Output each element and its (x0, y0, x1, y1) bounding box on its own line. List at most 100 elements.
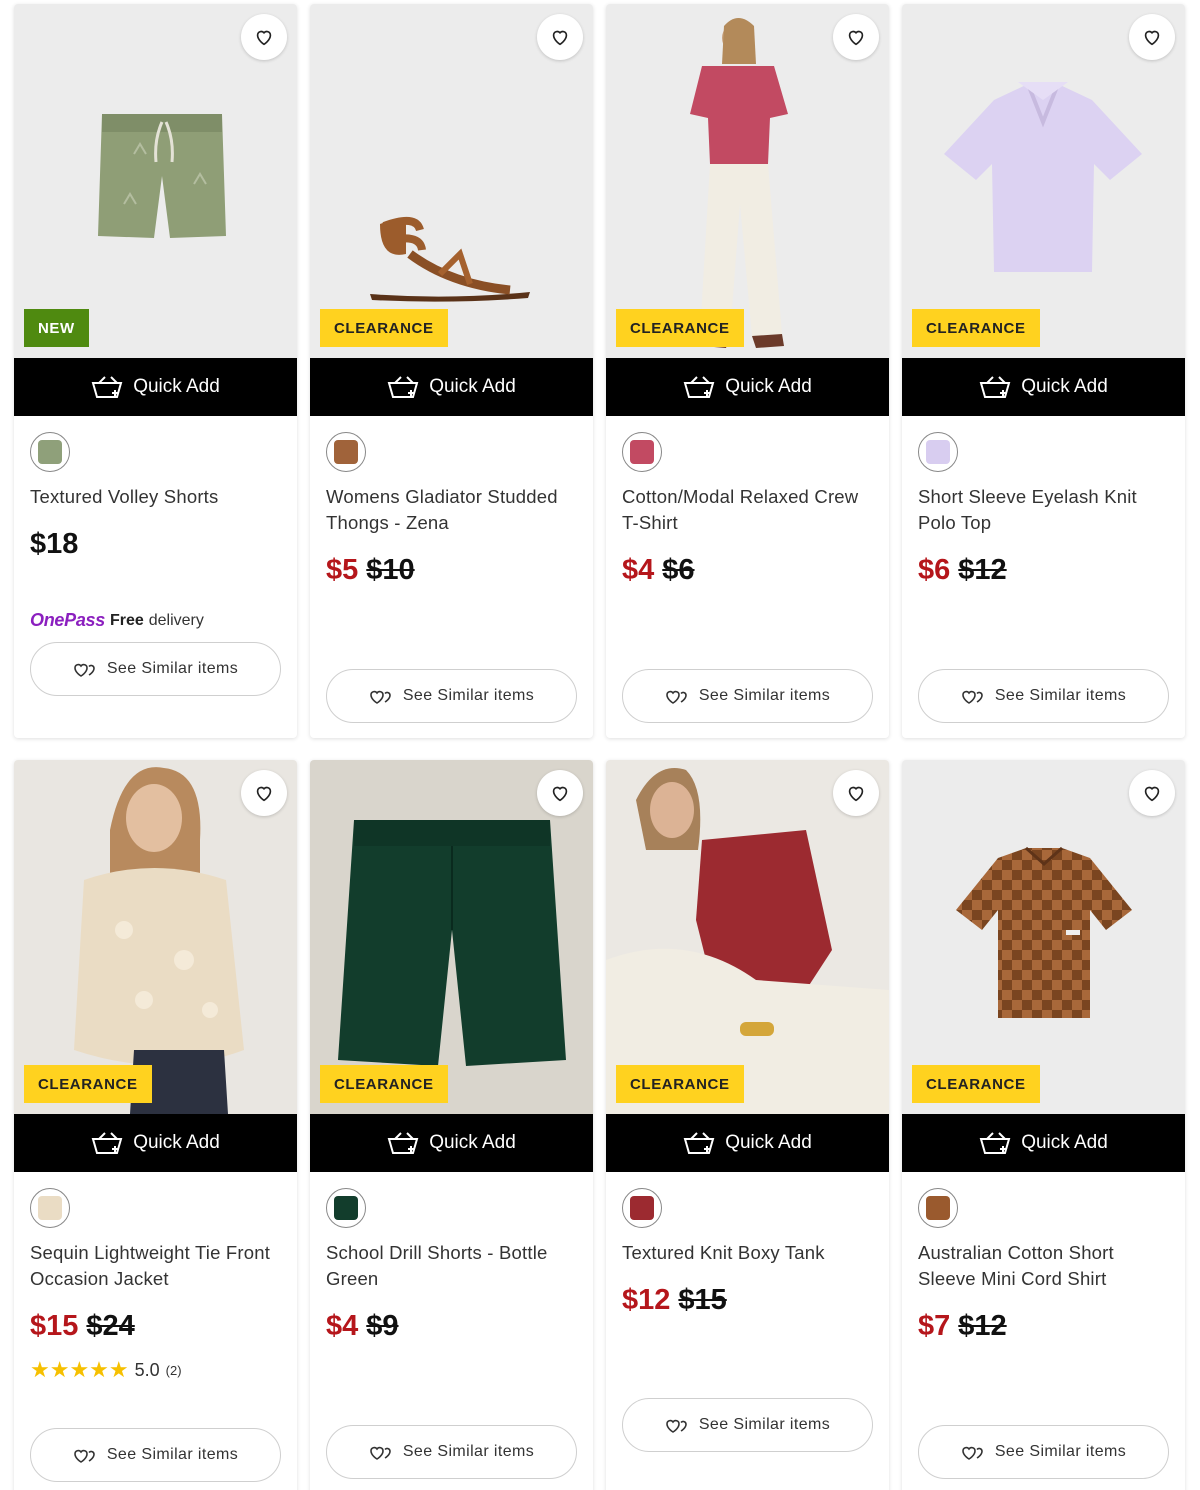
product-image[interactable]: CLEARANCE (606, 4, 889, 358)
product-price: $15 $24 (30, 1308, 135, 1344)
new-badge: NEW (24, 309, 89, 347)
color-swatch[interactable] (622, 432, 662, 472)
sale-price: $6 (918, 554, 951, 586)
quick-add-button[interactable]: Quick Add (606, 358, 889, 416)
product-image[interactable]: CLEARANCE (14, 760, 297, 1114)
sale-price: $4 (326, 1310, 359, 1342)
color-swatch[interactable] (918, 432, 958, 472)
product-price: $18 (30, 526, 78, 562)
product-title[interactable]: Textured Volley Shorts (30, 484, 285, 510)
basket-plus-icon (387, 376, 419, 398)
quick-add-button[interactable]: Quick Add (902, 358, 1185, 416)
basket-plus-icon (387, 1132, 419, 1154)
wishlist-button[interactable] (537, 14, 583, 60)
clearance-badge: CLEARANCE (320, 1065, 448, 1103)
product-card[interactable]: CLEARANCE Quick Add School Drill Shorts … (310, 760, 593, 1490)
product-image[interactable]: CLEARANCE (902, 4, 1185, 358)
quick-add-button[interactable]: Quick Add (310, 1114, 593, 1172)
quick-add-button[interactable]: Quick Add (14, 358, 297, 416)
see-similar-button[interactable]: See Similar items (622, 669, 873, 723)
clearance-badge: CLEARANCE (24, 1065, 152, 1103)
hearts-icon (962, 690, 983, 704)
quick-add-button[interactable]: Quick Add (606, 1114, 889, 1172)
product-card[interactable]: NEW Quick Add Textured Volley Shorts $18… (14, 4, 297, 738)
color-swatch[interactable] (30, 1188, 70, 1228)
product-card[interactable]: CLEARANCE Quick Add Short Sleeve Eyelash… (902, 4, 1185, 738)
product-image[interactable]: CLEARANCE (310, 4, 593, 358)
hearts-icon (370, 1446, 391, 1460)
heart-outline-icon (848, 786, 864, 802)
heart-outline-icon (256, 786, 272, 802)
color-swatch[interactable] (622, 1188, 662, 1228)
see-similar-button[interactable]: See Similar items (622, 1398, 873, 1452)
quick-add-label: Quick Add (725, 1132, 812, 1153)
product-title[interactable]: Womens Gladiator Studded Thongs - Zena (326, 484, 581, 536)
sale-price: $15 (30, 1310, 79, 1342)
product-image[interactable]: NEW (14, 4, 297, 358)
see-similar-button[interactable]: See Similar items (918, 1425, 1169, 1479)
product-title[interactable]: Textured Knit Boxy Tank (622, 1240, 877, 1266)
product-image[interactable]: CLEARANCE (902, 760, 1185, 1114)
see-similar-label: See Similar items (402, 1443, 535, 1460)
product-card[interactable]: CLEARANCE Quick Add Womens Gladiator Stu… (310, 4, 593, 738)
color-swatch[interactable] (918, 1188, 958, 1228)
color-swatch[interactable] (30, 432, 70, 472)
product-card[interactable]: CLEARANCE Quick Add Textured Knit Boxy T… (606, 760, 889, 1490)
heart-outline-icon (256, 30, 272, 46)
quick-add-button[interactable]: Quick Add (14, 1114, 297, 1172)
onepass-logo: OnePass (30, 610, 105, 630)
wishlist-button[interactable] (241, 14, 287, 60)
wishlist-button[interactable] (833, 14, 879, 60)
wishlist-button[interactable] (833, 770, 879, 816)
product-card[interactable]: CLEARANCE Quick Add Australian Cotton Sh… (902, 760, 1185, 1490)
rating-score: 5.0 (134, 1359, 160, 1380)
see-similar-button[interactable]: See Similar items (918, 669, 1169, 723)
product-title[interactable]: School Drill Shorts - Bottle Green (326, 1240, 581, 1292)
hearts-icon (74, 1449, 95, 1463)
clearance-badge: CLEARANCE (320, 309, 448, 347)
wishlist-button[interactable] (537, 770, 583, 816)
see-similar-button[interactable]: See Similar items (326, 1425, 577, 1479)
product-price: $5 $10 (326, 552, 415, 588)
product-price: $7 $12 (918, 1308, 1007, 1344)
product-rating: ★★★★★ 5.0 (2) (30, 1357, 182, 1383)
wishlist-button[interactable] (241, 770, 287, 816)
hearts-icon (666, 1419, 687, 1433)
quick-add-button[interactable]: Quick Add (310, 358, 593, 416)
wishlist-button[interactable] (1129, 14, 1175, 60)
see-similar-button[interactable]: See Similar items (326, 669, 577, 723)
product-title[interactable]: Cotton/Modal Relaxed Crew T-Shirt (622, 484, 877, 536)
basket-plus-icon (91, 1132, 123, 1154)
color-swatch[interactable] (326, 1188, 366, 1228)
hearts-icon (370, 690, 391, 704)
product-image[interactable]: CLEARANCE (606, 760, 889, 1114)
clearance-badge: CLEARANCE (616, 309, 744, 347)
see-similar-label: See Similar items (402, 687, 535, 704)
quick-add-label: Quick Add (725, 376, 812, 397)
onepass-delivery: OnePass Free delivery (30, 610, 204, 631)
product-card[interactable]: CLEARANCE Quick Add Sequin Lightweight T… (14, 760, 297, 1490)
wishlist-button[interactable] (1129, 770, 1175, 816)
color-swatch[interactable] (326, 432, 366, 472)
star-rating-icon: ★★★★★ (30, 1357, 129, 1382)
was-price: $9 (366, 1310, 399, 1342)
sale-price: $5 (326, 554, 359, 586)
see-similar-label: See Similar items (106, 1446, 239, 1463)
heart-outline-icon (1144, 30, 1160, 46)
basket-plus-icon (683, 376, 715, 398)
product-title[interactable]: Short Sleeve Eyelash Knit Polo Top (918, 484, 1173, 536)
product-card[interactable]: CLEARANCE Quick Add Cotton/Modal Relaxed… (606, 4, 889, 738)
product-title[interactable]: Sequin Lightweight Tie Front Occasion Ja… (30, 1240, 285, 1292)
was-price: $12 (958, 554, 1007, 586)
product-title[interactable]: Australian Cotton Short Sleeve Mini Cord… (918, 1240, 1173, 1292)
see-similar-button[interactable]: See Similar items (30, 642, 281, 696)
basket-plus-icon (979, 1132, 1011, 1154)
see-similar-button[interactable]: See Similar items (30, 1428, 281, 1482)
product-price: $12 $15 (622, 1282, 727, 1318)
hearts-icon (962, 1446, 983, 1460)
regular-price: $18 (30, 528, 79, 560)
product-image[interactable]: CLEARANCE (310, 760, 593, 1114)
quick-add-button[interactable]: Quick Add (902, 1114, 1185, 1172)
see-similar-label: See Similar items (994, 687, 1127, 704)
hearts-icon (666, 690, 687, 704)
